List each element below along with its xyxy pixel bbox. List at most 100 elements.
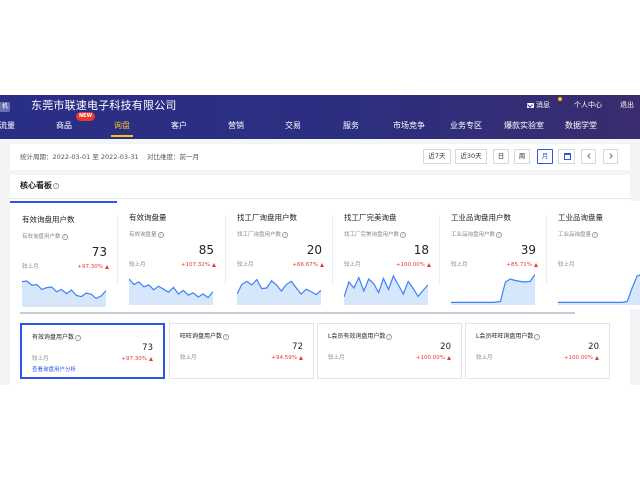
metric-card-change-text: +100.00% — [395, 262, 425, 268]
metric-card-compare-label: 较上月 — [237, 262, 254, 268]
help-icon[interactable]: ? — [496, 231, 503, 238]
trend-area — [129, 279, 213, 305]
help-icon[interactable]: ? — [592, 231, 599, 238]
metric-card-change-text: +97.30% — [77, 264, 103, 270]
unread-dot — [558, 97, 562, 101]
arrow-up-icon — [427, 262, 431, 267]
nav-item-customers[interactable]: 客户 — [169, 119, 189, 139]
card-divider — [546, 215, 547, 285]
card-divider — [439, 215, 440, 285]
sub-metric-card[interactable]: L会员有效询盘用户数? 20 较上月 +100.00% — [317, 323, 462, 379]
metric-card[interactable]: 找工厂完美询盘 找工厂完美询盘用户数? 18 较上月 +100.00% — [332, 201, 439, 309]
sub-metric-change: +97.30% — [121, 355, 153, 363]
next-button[interactable] — [603, 149, 618, 164]
calendar-button[interactable] — [558, 149, 575, 164]
card-divider — [225, 215, 226, 285]
nav-item-marketing[interactable]: 营销 — [226, 119, 246, 139]
nav-item-hot-lab[interactable]: 爆款实验室 — [502, 119, 546, 139]
sub-metric-compare-label: 较上月 — [32, 356, 49, 362]
metric-card-compare-label: 较上月 — [344, 262, 361, 268]
help-icon[interactable]: ? — [282, 231, 289, 238]
metric-card-subtitle-text: 有效询盘量 — [129, 232, 157, 238]
chevron-right-icon — [607, 153, 613, 159]
nav-item-traffic[interactable]: 流量 — [0, 119, 16, 139]
metric-card-change: +107.32% — [181, 261, 216, 269]
nav-item-business-zone[interactable]: 业务专区 — [448, 119, 484, 139]
metric-card-subtitle-text: 找工厂询盘用户数 — [237, 232, 282, 238]
sub-metric-compare-label: 较上月 — [180, 355, 197, 361]
logout-link[interactable]: 退出 — [620, 100, 634, 110]
nav-item-data-school[interactable]: 数据学堂 — [563, 119, 599, 139]
help-icon[interactable]: ? — [53, 182, 59, 189]
week-button[interactable]: 周 — [514, 149, 530, 164]
metric-card-title: 找工厂询盘用户数 — [237, 213, 297, 222]
help-icon[interactable]: ? — [534, 333, 541, 340]
metric-trend-chart — [237, 278, 321, 305]
main-nav: 流量 商品 询盘 客户 营销 交易 服务 市场竞争 业务专区 爆款实验室 数据学… — [0, 119, 640, 139]
month-button[interactable]: 月 — [537, 149, 553, 164]
compare-label: 对比维度：前一月 — [147, 153, 199, 161]
filter-bar: 统计周期：2022-03-01 至 2022-03-31 对比维度：前一月 近7… — [10, 144, 630, 170]
metric-card-subtitle: 有效询盘量? — [129, 231, 164, 239]
arrow-up-icon — [595, 355, 599, 360]
metric-card[interactable]: 有效询盘用户数 有效询盘用户数? 73 较上月 +97.30% — [10, 201, 117, 309]
new-badge: NEW — [76, 112, 96, 121]
card-divider — [332, 215, 333, 285]
company-name: 东莞市联速电子科技有限公司 — [31, 99, 177, 112]
help-icon[interactable]: ? — [75, 334, 82, 341]
help-icon[interactable]: ? — [386, 333, 393, 340]
horizontal-scrollbar[interactable] — [20, 312, 575, 314]
inquiry-user-analysis-link[interactable]: 查看询盘用户分析 — [32, 366, 76, 374]
sub-metric-title-text: L会员旺旺询盘用户数 — [476, 333, 534, 340]
nav-item-trade[interactable]: 交易 — [283, 119, 303, 139]
metric-card-change: +66.67% — [292, 261, 324, 269]
sub-metric-title: L会员旺旺询盘用户数? — [476, 332, 541, 341]
metric-card[interactable]: 找工厂询盘用户数 找工厂询盘用户数? 20 较上月 +66.67% — [225, 201, 332, 309]
sub-metric-title-text: L会员有效询盘用户数 — [328, 333, 386, 340]
metric-card[interactable]: 工业品询盘量 工业品询盘量? 较上月 — [546, 201, 640, 309]
nav-item-products[interactable]: 商品 — [54, 119, 74, 139]
sub-metric-card[interactable]: L会员旺旺询盘用户数? 20 较上月 +100.00% — [465, 323, 610, 379]
metric-card-compare-label: 较上月 — [451, 262, 468, 268]
prev-button[interactable] — [581, 149, 596, 164]
metric-card-subtitle: 找工厂完美询盘用户数? — [344, 231, 407, 239]
last-7-days-button[interactable]: 近7天 — [423, 149, 451, 164]
calendar-icon — [564, 153, 571, 160]
sub-metric-change-text: +100.00% — [563, 355, 593, 361]
arrow-up-icon — [534, 262, 538, 267]
sub-metric-card[interactable]: 有效询盘用户数? 73 较上月 +97.30% 查看询盘用户分析 — [20, 323, 165, 379]
help-icon[interactable]: ? — [223, 333, 230, 340]
metric-trend-chart — [344, 274, 428, 305]
metric-trend-chart — [558, 274, 640, 305]
arrow-up-icon — [299, 355, 303, 360]
metric-card-subtitle-text: 工业品询盘量 — [558, 232, 592, 238]
nav-item-inquiry[interactable]: 询盘 — [111, 119, 133, 139]
metric-trend-chart — [451, 274, 535, 305]
help-icon[interactable]: ? — [61, 233, 68, 240]
sub-metric-title: 旺旺询盘用户数? — [180, 332, 230, 341]
metric-card-subtitle-text: 工业品询盘用户数 — [451, 232, 496, 238]
metric-card-value: 18 — [413, 243, 429, 257]
nav-item-service[interactable]: 服务 — [341, 119, 361, 139]
period-label: 统计周期：2022-03-01 至 2022-03-31 — [20, 153, 139, 161]
nav-item-market-competition[interactable]: 市场竞争 — [391, 119, 427, 139]
trend-line — [558, 274, 640, 304]
metric-card[interactable]: 工业品询盘用户数 工业品询盘用户数? 39 较上月 +85.71% — [439, 201, 546, 309]
help-icon[interactable]: ? — [400, 231, 407, 238]
metric-card-change-text: +85.71% — [506, 262, 532, 268]
top-header: 机 东莞市联速电子科技有限公司 消息 个人中心 退出 流量 商品 询盘 客户 营… — [0, 95, 640, 139]
messages-link[interactable]: 消息 — [527, 100, 550, 110]
metric-card-title: 有效询盘用户数 — [22, 215, 75, 224]
trend-area — [451, 274, 535, 305]
day-button[interactable]: 日 — [493, 149, 509, 164]
sub-metric-card[interactable]: 旺旺询盘用户数? 72 较上月 +94.59% — [169, 323, 314, 379]
sub-metric-change-text: +100.00% — [415, 355, 445, 361]
user-center-link[interactable]: 个人中心 — [574, 100, 602, 110]
metric-card-title: 工业品询盘用户数 — [451, 213, 511, 222]
help-icon[interactable]: ? — [157, 231, 164, 238]
sub-metric-change-text: +97.30% — [121, 356, 147, 362]
sub-metric-title: L会员有效询盘用户数? — [328, 332, 393, 341]
metric-card[interactable]: 有效询盘量 有效询盘量? 85 较上月 +107.32% — [117, 201, 224, 309]
metric-card-subtitle: 找工厂询盘用户数? — [237, 231, 289, 239]
last-30-days-button[interactable]: 近30天 — [455, 149, 487, 164]
